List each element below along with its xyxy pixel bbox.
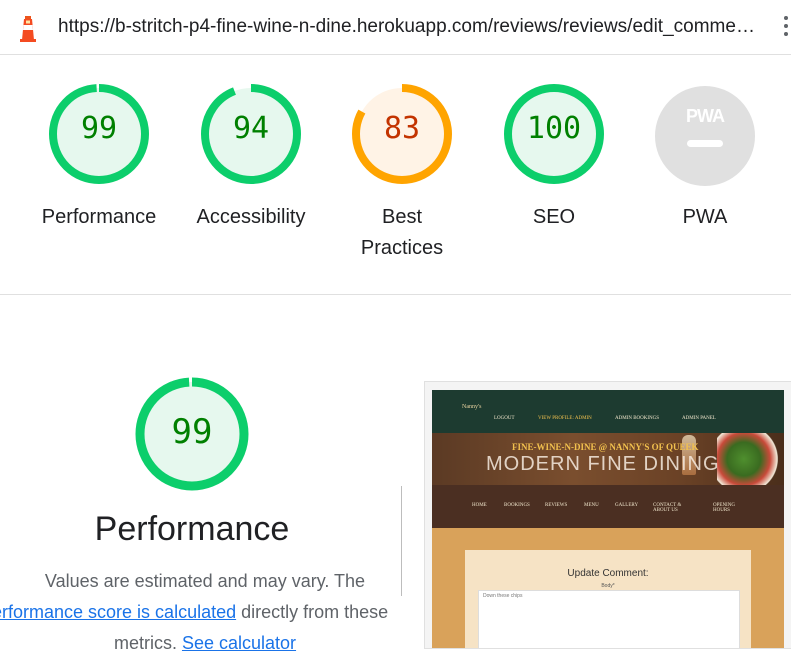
desc-line-2: erformance score is calculated directly … <box>0 597 410 628</box>
gauge-score: 100 <box>526 111 582 146</box>
gauge-label: Performance <box>41 206 157 228</box>
textarea-value: Down these chips <box>483 593 523 599</box>
score-calculated-link[interactable]: erformance score is calculated <box>0 602 236 622</box>
site-subnav-item: HOME <box>472 503 487 508</box>
gauge-score: 99 <box>80 111 118 146</box>
gauge-seo[interactable]: 100 SEO <box>489 82 619 233</box>
site-subnav-item: BOOKINGS <box>504 503 530 508</box>
update-comment-card: Update Comment: Body* Down these chips <box>465 550 751 648</box>
site-nav-item: ADMIN PANEL <box>682 416 716 421</box>
site-nav-item: ADMIN BOOKINGS <box>615 416 660 421</box>
desc-line-2-rest: directly from these <box>236 602 389 622</box>
lighthouse-icon <box>20 16 36 42</box>
site-subnav-item: CONTACT & ABOUT US <box>653 503 682 513</box>
card-title: Update Comment: <box>567 568 649 579</box>
gauge-label: Best Practices <box>360 206 444 259</box>
performance-title: Performance <box>94 510 290 548</box>
site-subnav-item: GALLERY <box>615 503 639 508</box>
gauge-score: 83 <box>383 111 421 146</box>
gauge-pwa[interactable]: PWA PWA <box>640 82 770 233</box>
gauge-score: 94 <box>232 111 270 146</box>
desc-line-3: metrics. See calculator <box>0 628 410 659</box>
site-subnav-item: OPENING HOURS <box>713 503 735 513</box>
performance-description: Values are estimated and may vary. The e… <box>0 566 410 659</box>
site-nav: Nanny's LOGOUT VIEW PROFILE: ADMIN ADMIN… <box>432 390 784 433</box>
final-screenshot-thumbnail[interactable]: Nanny's LOGOUT VIEW PROFILE: ADMIN ADMIN… <box>424 381 791 649</box>
hero-title: MODERN FINE DINING <box>486 453 720 475</box>
pwa-dash <box>687 140 723 147</box>
site-subnav-item: MENU <box>584 503 599 508</box>
gauge-label: Accessibility <box>196 206 306 228</box>
site-subnav-item: REVIEWS <box>545 503 568 508</box>
site-hero: FINE-WINE-N-DINE @ NANNY'S OF QUEEK MODE… <box>432 433 784 485</box>
pwa-badge-icon: PWA <box>655 86 755 186</box>
see-calculator-link[interactable]: See calculator <box>182 633 296 653</box>
comment-textarea: Down these chips <box>478 590 740 648</box>
site-logo: Nanny's <box>462 404 482 410</box>
url-text[interactable]: https://b-stritch-p4-fine-wine-n-dine.he… <box>58 16 763 38</box>
salad-image <box>717 433 784 485</box>
site-nav-item: VIEW PROFILE: ADMIN <box>538 416 592 421</box>
body-label: Body* <box>601 583 615 589</box>
gauge-performance[interactable]: 99 Performance <box>34 82 164 233</box>
site-preview: Nanny's LOGOUT VIEW PROFILE: ADMIN ADMIN… <box>432 390 784 648</box>
desc-line-1: Values are estimated and may vary. The <box>44 571 366 591</box>
gauge-accessibility[interactable]: 94 Accessibility <box>186 82 316 233</box>
gauge-label: PWA <box>682 206 728 228</box>
gauge-best-practices[interactable]: 83 Best Practices <box>337 82 467 264</box>
url-bar: https://b-stritch-p4-fine-wine-n-dine.he… <box>0 0 791 55</box>
site-nav-item: LOGOUT <box>494 416 515 421</box>
hero-subtitle: FINE-WINE-N-DINE @ NANNY'S OF QUEEK <box>512 442 699 452</box>
performance-big-score: 99 <box>171 412 213 452</box>
vertical-divider <box>401 486 402 596</box>
more-menu-icon[interactable] <box>780 12 791 42</box>
site-subnav: HOME BOOKINGS REVIEWS MENU GALLERY CONTA… <box>432 485 784 528</box>
gauge-label: SEO <box>532 206 576 228</box>
desc-line-3-prefix: metrics. <box>113 633 182 653</box>
section-divider <box>0 294 791 295</box>
pwa-badge-text: PWA <box>685 106 725 126</box>
